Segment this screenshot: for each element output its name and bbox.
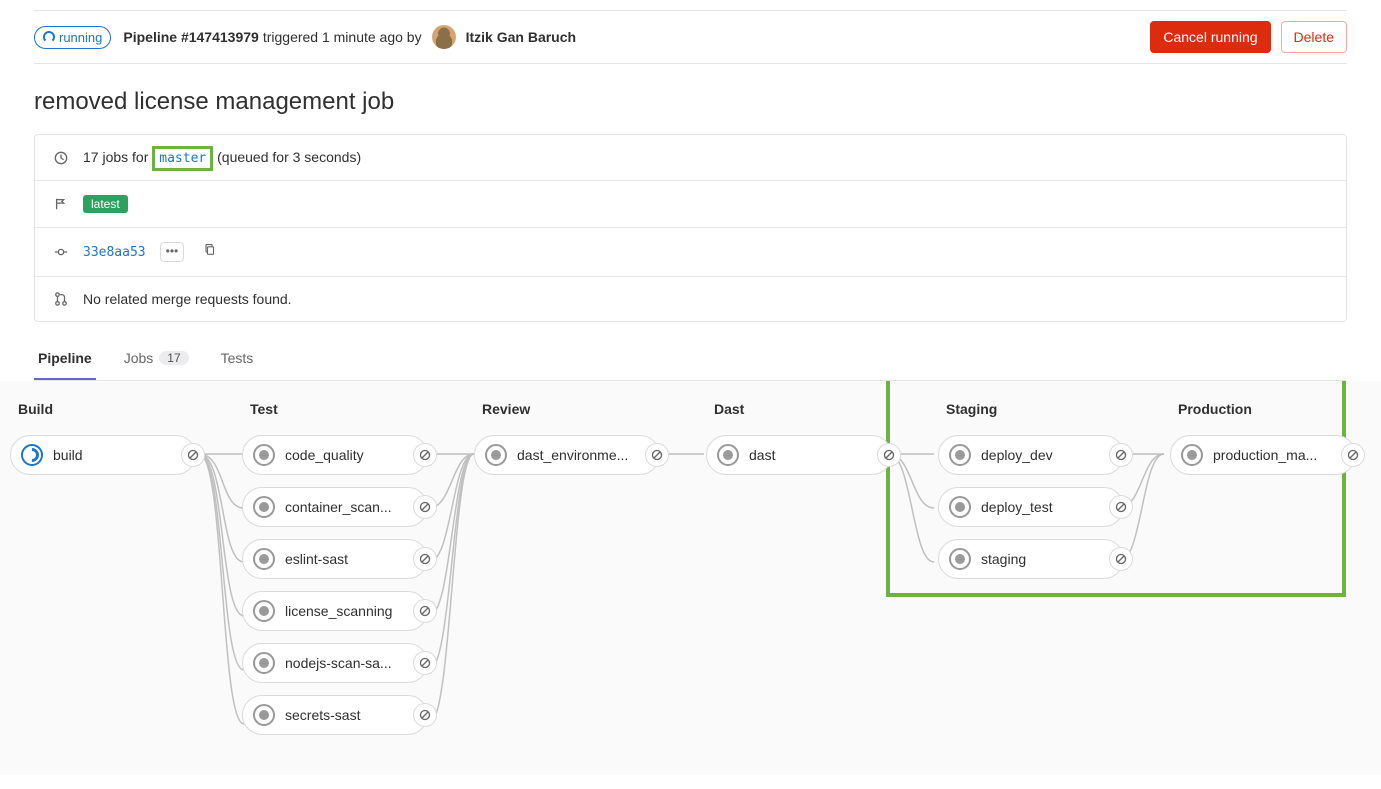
job-name: build xyxy=(53,447,185,463)
tab-pipeline[interactable]: Pipeline xyxy=(34,338,96,380)
stage-column: Production production_ma... xyxy=(1170,401,1356,735)
cancel-job-icon[interactable] xyxy=(413,599,437,623)
pending-status-icon xyxy=(949,444,971,466)
job-pill[interactable]: nodejs-scan-sa... xyxy=(242,643,428,683)
flag-icon xyxy=(53,197,69,211)
pending-status-icon xyxy=(253,444,275,466)
job-pill[interactable]: license_scanning xyxy=(242,591,428,631)
branch-link[interactable]: master xyxy=(152,146,213,171)
cancel-job-icon[interactable] xyxy=(413,703,437,727)
job-name: staging xyxy=(981,551,1113,567)
stage-title: Review xyxy=(474,401,660,417)
tabs: Pipeline Jobs 17 Tests xyxy=(34,338,1347,381)
job-name: license_scanning xyxy=(285,603,417,619)
job-name: eslint-sast xyxy=(285,551,417,567)
job-name: nodejs-scan-sa... xyxy=(285,655,417,671)
job-pill[interactable]: eslint-sast xyxy=(242,539,428,579)
mr-row: No related merge requests found. xyxy=(35,277,1346,321)
status-text: running xyxy=(59,30,102,45)
running-spinner-icon xyxy=(43,31,55,43)
pending-status-icon xyxy=(949,496,971,518)
copy-sha-button[interactable] xyxy=(198,242,220,262)
delete-button[interactable]: Delete xyxy=(1281,21,1347,53)
job-name: production_ma... xyxy=(1213,447,1345,463)
clock-icon xyxy=(53,151,69,165)
job-pill[interactable]: production_ma... xyxy=(1170,435,1356,475)
cancel-running-button[interactable]: Cancel running xyxy=(1150,21,1270,53)
cancel-job-icon[interactable] xyxy=(413,547,437,571)
cancel-job-icon[interactable] xyxy=(1109,547,1133,571)
jobs-row: 17 jobs for master (queued for 3 seconds… xyxy=(35,135,1346,181)
stage-title: Test xyxy=(242,401,428,417)
pipeline-info-block: 17 jobs for master (queued for 3 seconds… xyxy=(34,134,1347,322)
cancel-job-icon[interactable] xyxy=(413,443,437,467)
stage-title: Dast xyxy=(706,401,892,417)
jobs-count-badge: 17 xyxy=(159,351,188,365)
stage-column: Staging deploy_dev deploy_teststaging xyxy=(938,401,1124,735)
cancel-job-icon[interactable] xyxy=(1109,443,1133,467)
commit-sha-link[interactable]: 33e8aa53 xyxy=(83,245,146,260)
author-name[interactable]: Itzik Gan Baruch xyxy=(466,29,576,45)
page-title: removed license management job xyxy=(34,88,1347,116)
pending-status-icon xyxy=(253,704,275,726)
tab-jobs[interactable]: Jobs 17 xyxy=(120,338,193,380)
job-pill[interactable]: container_scan... xyxy=(242,487,428,527)
pending-status-icon xyxy=(485,444,507,466)
job-name: dast_environme... xyxy=(517,447,649,463)
job-pill[interactable]: dast_environme... xyxy=(474,435,660,475)
job-name: deploy_dev xyxy=(981,447,1113,463)
pending-status-icon xyxy=(253,548,275,570)
more-button[interactable]: ••• xyxy=(160,242,185,262)
latest-badge: latest xyxy=(83,195,128,213)
cancel-job-icon[interactable] xyxy=(645,443,669,467)
job-name: container_scan... xyxy=(285,499,417,515)
job-pill[interactable]: code_quality xyxy=(242,435,428,475)
job-pill[interactable]: deploy_dev xyxy=(938,435,1124,475)
pending-status-icon xyxy=(1181,444,1203,466)
job-name: dast xyxy=(749,447,881,463)
cd-arrow-icon xyxy=(688,381,908,387)
commit-row: 33e8aa53 ••• xyxy=(35,228,1346,277)
pipeline-graph: CD BuildbuildTestcode_qualitycontainer_s… xyxy=(0,381,1381,775)
pending-status-icon xyxy=(253,496,275,518)
cancel-job-icon[interactable] xyxy=(181,443,205,467)
job-name: secrets-sast xyxy=(285,707,417,723)
cancel-job-icon[interactable] xyxy=(1109,495,1133,519)
tab-tests[interactable]: Tests xyxy=(217,338,258,380)
job-name: deploy_test xyxy=(981,499,1113,515)
stage-title: Build xyxy=(10,401,196,417)
stage-column: Dast dast xyxy=(706,401,892,735)
cancel-job-icon[interactable] xyxy=(1341,443,1365,467)
pending-status-icon xyxy=(253,600,275,622)
pending-status-icon xyxy=(253,652,275,674)
stage-title: Staging xyxy=(938,401,1124,417)
stage-column: Build build xyxy=(10,401,196,735)
avatar[interactable] xyxy=(432,25,456,49)
merge-request-icon xyxy=(53,292,69,306)
job-name: code_quality xyxy=(285,447,417,463)
pending-status-icon xyxy=(949,548,971,570)
stage-title: Production xyxy=(1170,401,1356,417)
job-pill[interactable]: build xyxy=(10,435,196,475)
commit-icon xyxy=(53,245,69,259)
cancel-job-icon[interactable] xyxy=(413,651,437,675)
stage-column: Test code_quality container_scan... eslint-… xyxy=(242,401,428,735)
status-badge[interactable]: running xyxy=(34,26,111,49)
job-pill[interactable]: dast xyxy=(706,435,892,475)
job-pill[interactable]: deploy_test xyxy=(938,487,1124,527)
pending-status-icon xyxy=(717,444,739,466)
pipeline-info: Pipeline #147413979 triggered 1 minute a… xyxy=(123,25,576,49)
cancel-job-icon[interactable] xyxy=(877,443,901,467)
latest-row: latest xyxy=(35,181,1346,228)
job-pill[interactable]: secrets-sast xyxy=(242,695,428,735)
running-status-icon xyxy=(21,444,43,466)
pipeline-header: running Pipeline #147413979 triggered 1 … xyxy=(34,10,1347,64)
cancel-job-icon[interactable] xyxy=(413,495,437,519)
stage-column: Review dast_environme... xyxy=(474,401,660,735)
job-pill[interactable]: staging xyxy=(938,539,1124,579)
